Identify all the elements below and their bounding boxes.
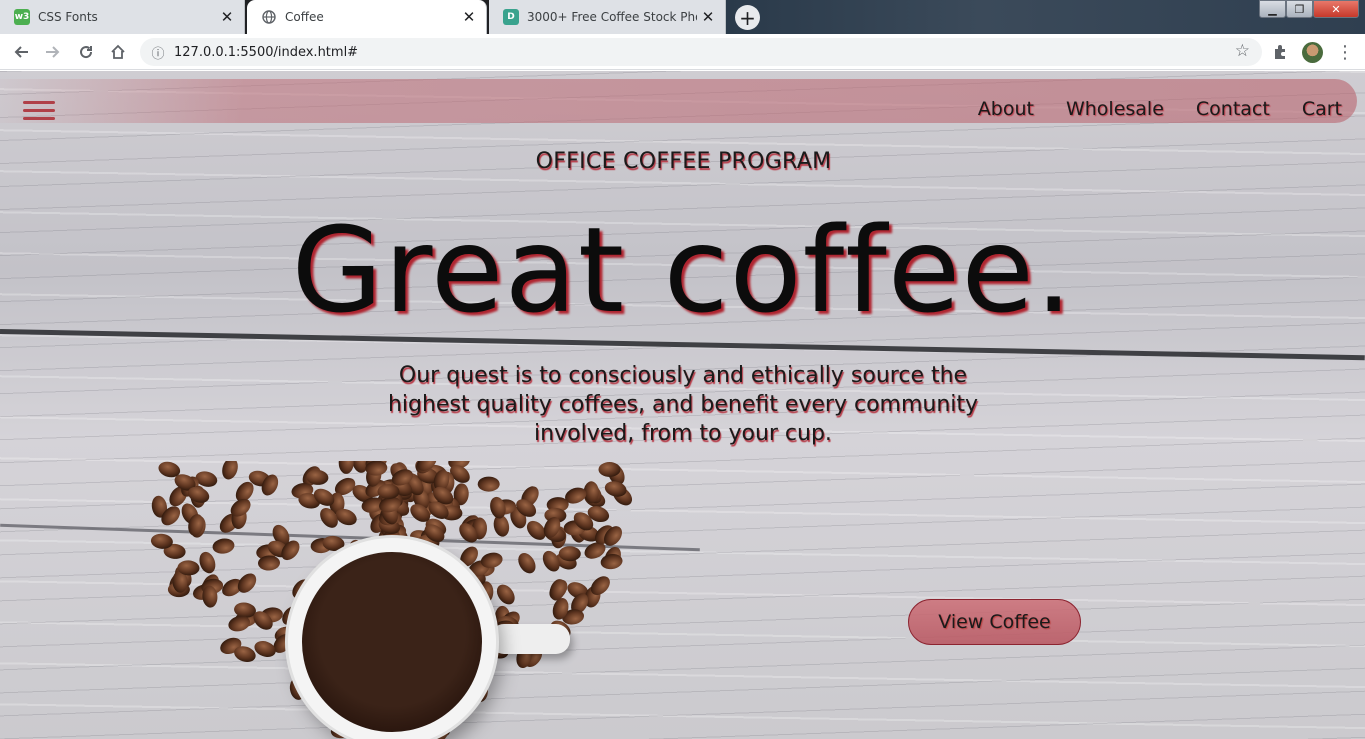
tab-title: Coffee bbox=[285, 10, 324, 24]
nav-wholesale[interactable]: Wholesale bbox=[1066, 98, 1164, 120]
extensions-icon[interactable] bbox=[1268, 40, 1292, 64]
info-icon[interactable]: ⓘ bbox=[144, 43, 172, 62]
view-coffee-button[interactable]: View Coffee bbox=[908, 599, 1081, 645]
restore-button[interactable]: ❐ bbox=[1286, 0, 1313, 18]
nav-contact[interactable]: Contact bbox=[1196, 98, 1270, 120]
site-navbar: About Wholesale Contact Cart bbox=[0, 79, 1357, 123]
cup-handle bbox=[490, 624, 570, 654]
tab-strip: w3 CSS Fonts ✕ Coffee ✕ D 3000+ Free Cof… bbox=[0, 0, 1365, 34]
tab-coffee[interactable]: Coffee ✕ bbox=[247, 0, 487, 34]
nav-about[interactable]: About bbox=[978, 98, 1034, 120]
hero-subtitle: Our quest is to consciously and ethicall… bbox=[387, 363, 979, 446]
window-controls: ▁ ❐ ✕ bbox=[1259, 0, 1359, 18]
tab-css-fonts[interactable]: w3 CSS Fonts ✕ bbox=[0, 0, 245, 34]
globe-icon bbox=[261, 9, 277, 25]
tab-title: CSS Fonts bbox=[38, 10, 98, 24]
url-text[interactable]: 127.0.0.1:5500/index.html# bbox=[174, 45, 358, 60]
forward-icon[interactable] bbox=[41, 40, 65, 64]
hero-headline: Great coffee. bbox=[291, 201, 1074, 339]
new-tab-button[interactable]: + bbox=[735, 5, 760, 30]
browser-toolbar: ⓘ 127.0.0.1:5500/index.html# ☆ ⋮ bbox=[0, 34, 1365, 70]
coffee-cup-image bbox=[288, 538, 496, 739]
close-icon[interactable]: ✕ bbox=[216, 6, 238, 28]
tab-title: 3000+ Free Coffee Stock Photos bbox=[527, 10, 697, 24]
close-icon[interactable]: ✕ bbox=[458, 6, 480, 28]
back-icon[interactable] bbox=[9, 40, 33, 64]
minimize-button[interactable]: ▁ bbox=[1259, 0, 1286, 18]
avatar[interactable] bbox=[1302, 42, 1323, 63]
nav-links: About Wholesale Contact Cart bbox=[978, 87, 1351, 131]
eyebrow-heading: OFFICE COFFEE PROGRAM bbox=[535, 149, 832, 174]
hamburger-menu-icon[interactable] bbox=[23, 101, 55, 120]
coffee-page: About Wholesale Contact Cart OFFICE COFF… bbox=[0, 71, 1365, 739]
home-icon[interactable] bbox=[106, 40, 130, 64]
close-window-button[interactable]: ✕ bbox=[1313, 0, 1359, 18]
star-icon[interactable]: ☆ bbox=[1235, 41, 1250, 61]
close-icon[interactable]: ✕ bbox=[697, 6, 719, 28]
tab-coffee-stock-photos[interactable]: D 3000+ Free Coffee Stock Photos ✕ bbox=[489, 0, 726, 34]
address-bar[interactable]: ⓘ 127.0.0.1:5500/index.html# ☆ bbox=[140, 38, 1262, 66]
reload-icon[interactable] bbox=[74, 40, 98, 64]
menu-kebab-icon[interactable]: ⋮ bbox=[1333, 40, 1357, 64]
d-icon: D bbox=[503, 9, 519, 25]
nav-cart[interactable]: Cart bbox=[1302, 98, 1342, 120]
w3-icon: w3 bbox=[14, 9, 30, 25]
